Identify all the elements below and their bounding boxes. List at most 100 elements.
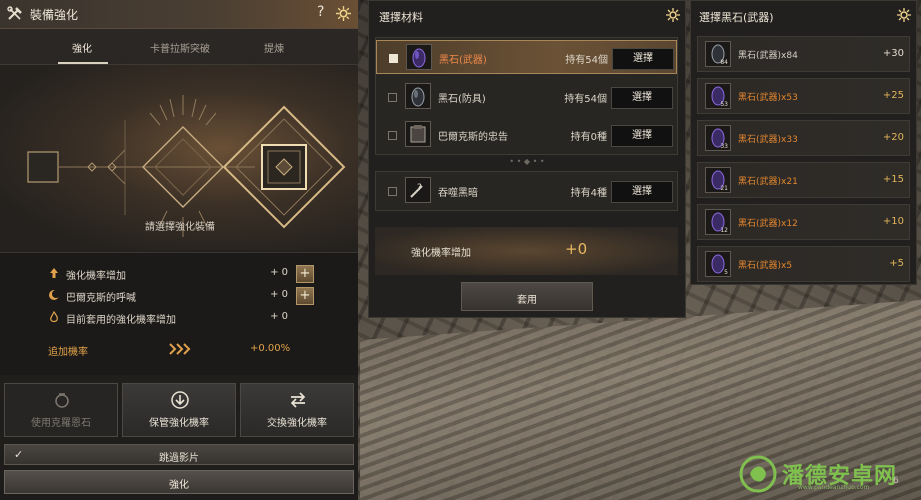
tab-bar: 強化 卡普拉斯突破 提煉 [0, 28, 358, 64]
black-stone-armor-icon [405, 83, 431, 109]
panel-title: 裝備強化 [30, 8, 79, 22]
black-stone-weapon-icon [406, 44, 432, 70]
settings-gear-icon[interactable] [665, 7, 681, 23]
apply-button[interactable]: 套用 [461, 282, 593, 311]
checkbox[interactable] [388, 131, 397, 140]
devour-darkness-icon: ? [405, 177, 431, 203]
material-item[interactable]: 黑石(防具) 持有54個 選擇 [376, 80, 677, 114]
skip-video-toggle[interactable]: ✓ 跳過影片 [4, 444, 354, 465]
help-button[interactable]: ? [317, 4, 324, 20]
option-bonus: +5 [889, 258, 904, 269]
select-button[interactable]: 選擇 [611, 181, 673, 203]
store-enhance-rate-button[interactable]: 保管強化機率 [122, 383, 236, 437]
enhance-button-label: 強化 [169, 480, 189, 491]
select-button[interactable]: 選擇 [612, 48, 674, 70]
stack-count: 21 [720, 185, 728, 192]
rate-label: 強化機率增加 [411, 248, 471, 259]
tab-caphras[interactable]: 卡普拉斯突破 [150, 40, 210, 55]
extra-rate-row: 追加機率 +0.00% [0, 338, 358, 360]
option-bonus: +10 [882, 216, 904, 227]
svg-text:?: ? [417, 183, 422, 193]
stack-count: 53 [720, 101, 728, 108]
black-stone-icon: 5 [705, 251, 731, 277]
add-enhance-rate-button[interactable]: + [296, 265, 314, 283]
black-stone-icon: 53 [705, 83, 731, 109]
black-stone-icon: 84 [705, 41, 731, 67]
up-arrow-icon [50, 268, 58, 278]
stat-row-current-rate: 目前套用的強化機率增加 + 0 [0, 309, 358, 327]
stat-label: 巴爾克斯的呼喊 [66, 293, 136, 304]
stat-value: + 0 [270, 311, 288, 322]
site-watermark: 潘德安卓网 www.pandeanzhuo.com [738, 452, 918, 496]
material-name: 巴爾克斯的忠告 [438, 132, 508, 143]
select-material-panel: 選擇材料 黑石(武器) 持有54個 選擇 黑石(防具) 持有54個 選擇 巴爾克… [368, 0, 686, 318]
button-label: 交換強化機率 [267, 418, 327, 429]
material-count: 持有54個 [564, 94, 607, 105]
checkbox[interactable] [389, 54, 398, 63]
black-stone-icon: 21 [705, 167, 731, 193]
panel-header: 裝備強化 ? [0, 0, 358, 29]
special-material-list: ? 吞噬黑暗 持有4種 選擇 [375, 171, 678, 211]
enhance-button[interactable]: 強化 [4, 470, 354, 494]
option-bonus: +25 [882, 90, 904, 101]
stat-label: 目前套用的強化機率增加 [66, 315, 176, 326]
settings-gear-icon[interactable] [896, 7, 912, 23]
black-stone-option[interactable]: 53 黑石(武器)x53 +25 [697, 78, 910, 114]
option-name: 黑石(武器)x5 [738, 261, 793, 271]
extra-rate-label: 追加機率 [48, 347, 88, 358]
black-stone-option[interactable]: 12 黑石(武器)x12 +10 [697, 204, 910, 240]
stat-label: 強化機率增加 [66, 271, 126, 282]
panel-title: 選擇黑石(武器) [699, 11, 774, 24]
option-bonus: +30 [882, 48, 904, 59]
stack-count: 33 [720, 143, 728, 150]
select-button[interactable]: 選擇 [611, 125, 673, 147]
option-name: 黑石(武器)x84 [738, 51, 798, 61]
apply-button-label: 套用 [517, 295, 537, 306]
stack-count: 84 [720, 59, 728, 66]
extra-rate-value: +0.00% [250, 343, 291, 354]
material-name: 吞噬黑暗 [438, 188, 478, 199]
section-divider: • • ◆ • • [509, 157, 545, 166]
moon-icon [49, 290, 60, 300]
checkbox[interactable] [388, 93, 397, 102]
option-name: 黑石(武器)x33 [738, 135, 798, 145]
black-stone-option[interactable]: 21 黑石(武器)x21 +15 [697, 162, 910, 198]
chevron-right-icon [169, 343, 191, 355]
black-stone-option[interactable]: 84 黑石(武器)x84 +30 [697, 36, 910, 72]
material-item[interactable]: ? 吞噬黑暗 持有4種 選擇 [376, 174, 677, 208]
skip-video-label: 跳過影片 [159, 453, 199, 464]
select-button[interactable]: 選擇 [611, 87, 673, 109]
settings-gear-icon[interactable] [335, 5, 352, 22]
equipment-enhance-panel: 裝備強化 ? 強化 卡普拉斯突破 提煉 請選擇強化裝備 強化機率增加 + 0 +… [0, 0, 358, 500]
material-item[interactable]: 黑石(武器) 持有54個 選擇 [376, 40, 677, 74]
stat-row-valks-cry: 巴爾克斯的呼喊 + 0 + [0, 287, 358, 305]
black-stone-option[interactable]: 5 黑石(武器)x5 +5 [697, 246, 910, 282]
material-slot[interactable] [27, 151, 59, 183]
crone-stone-icon [55, 393, 69, 408]
tab-refine[interactable]: 提煉 [264, 40, 284, 55]
down-arrow-circle-icon [171, 391, 189, 409]
black-stone-icon: 33 [705, 125, 731, 151]
use-crone-stone-button[interactable]: 使用克羅恩石 [4, 383, 118, 437]
rate-value: +0 [565, 240, 588, 258]
select-equipment-hint: 請選擇強化裝備 [145, 222, 215, 233]
add-valks-cry-button[interactable]: + [296, 287, 314, 305]
black-stone-option[interactable]: 33 黑石(武器)x33 +20 [697, 120, 910, 156]
material-name: 黑石(武器) [439, 55, 487, 66]
tab-enhance[interactable]: 強化 [72, 40, 92, 55]
stack-count: 5 [724, 269, 728, 276]
material-count: 持有54個 [565, 55, 608, 66]
material-list: 黑石(武器) 持有54個 選擇 黑石(防具) 持有54個 選擇 巴爾克斯的忠告 … [375, 37, 678, 155]
exchange-enhance-rate-button[interactable]: 交換強化機率 [240, 383, 354, 437]
material-count: 持有0種 [570, 132, 607, 143]
option-name: 黑石(武器)x53 [738, 93, 798, 103]
option-bonus: +15 [882, 174, 904, 185]
watermark-logo-icon [739, 455, 777, 493]
option-bonus: +20 [882, 132, 904, 143]
checkbox[interactable] [388, 187, 397, 196]
swap-arrows-icon [290, 392, 306, 408]
stat-value: + 0 [270, 267, 288, 278]
material-item[interactable]: 巴爾克斯的忠告 持有0種 選擇 [376, 118, 677, 152]
option-name: 黑石(武器)x21 [738, 177, 798, 187]
watermark-url: www.pandeanzhuo.com [798, 484, 870, 491]
